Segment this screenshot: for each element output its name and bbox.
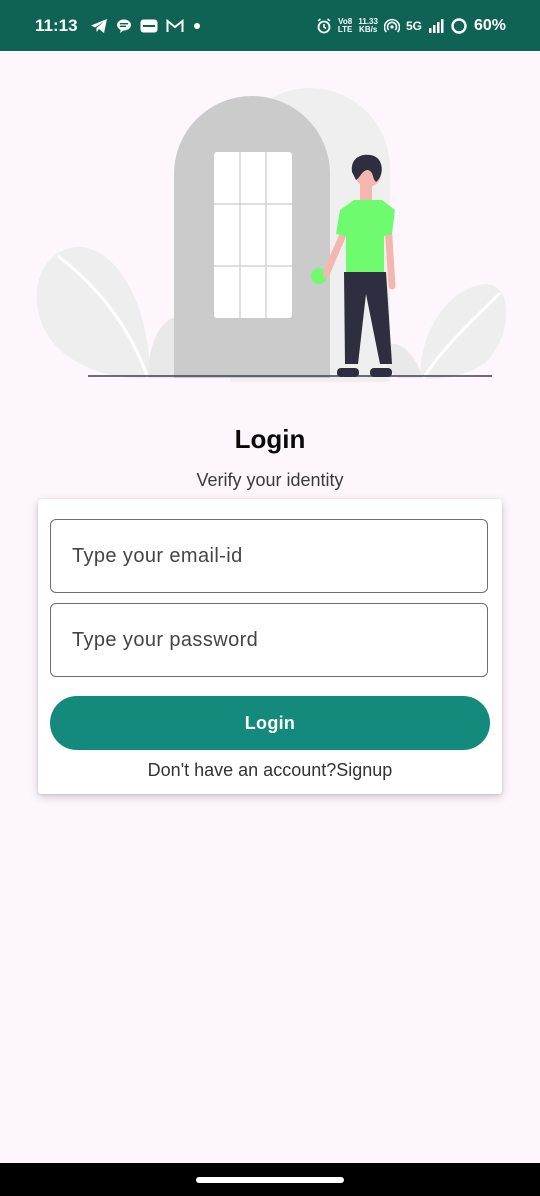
signup-prompt: Don't have an account?Signup bbox=[38, 760, 502, 781]
email-field[interactable] bbox=[50, 519, 488, 593]
door-window-icon bbox=[214, 152, 292, 318]
gmail-icon bbox=[166, 18, 184, 33]
network-speed: 11.33 KB/s bbox=[358, 17, 378, 34]
app-notification-icon bbox=[140, 19, 158, 33]
network-type: 5G bbox=[405, 18, 422, 33]
login-card: Login Don't have an account?Signup bbox=[38, 499, 502, 794]
signup-link[interactable]: Signup bbox=[336, 760, 392, 780]
signup-prompt-text: Don't have an account? bbox=[147, 760, 337, 780]
battery-percent: 60% bbox=[473, 16, 506, 34]
login-title: Login bbox=[234, 424, 306, 454]
status-time: 11:13 bbox=[35, 15, 78, 35]
network-speed-unit: KB/s bbox=[359, 24, 378, 34]
navigation-bar bbox=[0, 1163, 540, 1196]
right-plant-icon bbox=[385, 284, 507, 379]
left-plant-icon bbox=[36, 246, 187, 379]
volte-indicator: Vo8 LTE bbox=[337, 17, 353, 34]
login-illustration bbox=[30, 88, 510, 382]
hotspot-icon bbox=[383, 18, 400, 34]
status-bar-left: 11:13 bbox=[35, 16, 202, 36]
signal-strength-icon bbox=[428, 18, 444, 34]
chat-bubble-icon bbox=[116, 18, 132, 34]
battery-ring-icon bbox=[450, 17, 468, 35]
home-gesture-handle[interactable] bbox=[196, 1177, 344, 1183]
login-button[interactable]: Login bbox=[50, 696, 490, 750]
lte-label: LTE bbox=[337, 24, 353, 34]
alarm-icon bbox=[316, 17, 332, 34]
telegram-icon bbox=[90, 18, 108, 34]
notification-dot-icon bbox=[192, 21, 202, 31]
status-bar: 11:13 Vo8 LTE 11.33 KB/s 5G 60% bbox=[0, 0, 540, 51]
login-subtitle: Verify your identity bbox=[196, 470, 344, 490]
status-bar-right: Vo8 LTE 11.33 KB/s 5G 60% bbox=[316, 17, 506, 35]
password-field[interactable] bbox=[50, 603, 488, 677]
